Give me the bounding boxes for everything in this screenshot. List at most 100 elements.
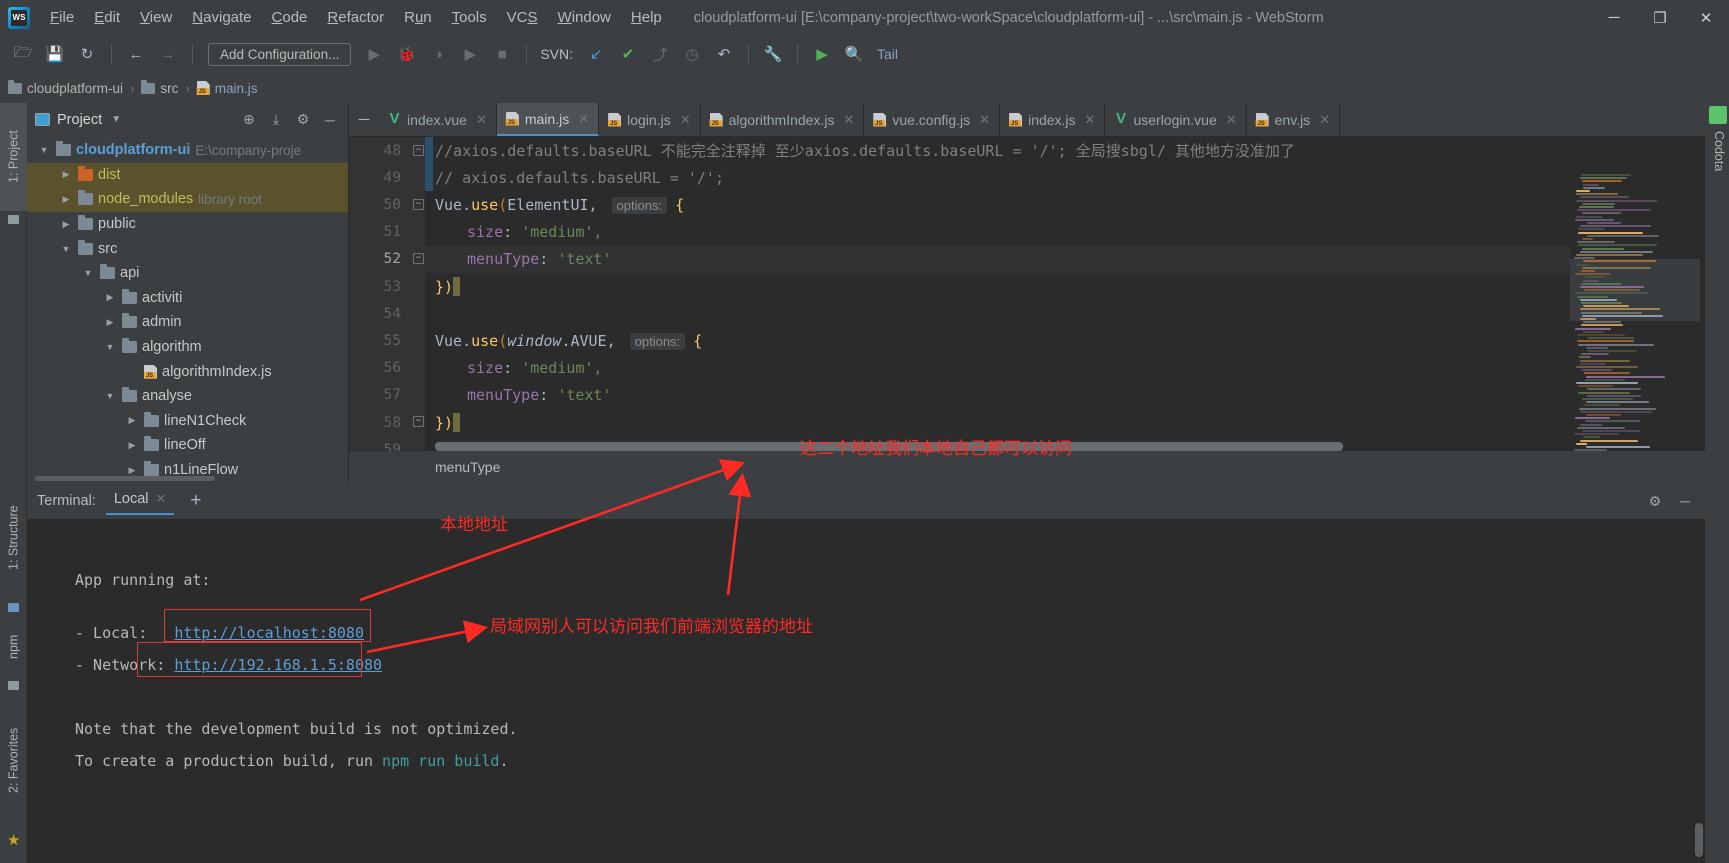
sidebar-item-project[interactable]: 1: Project [0, 103, 27, 211]
svn-commit-icon[interactable]: ✔ [613, 40, 643, 68]
fold-toggle-icon[interactable]: − [413, 199, 424, 211]
editor-tab-algorithmindex-js[interactable]: algorithmIndex.js ✕ [701, 103, 865, 136]
navigate-forward-icon[interactable]: → [153, 40, 183, 68]
collapse-all-icon[interactable]: ⤓ [266, 111, 286, 128]
code-minimap[interactable] [1570, 171, 1700, 483]
menu-tools[interactable]: Tools [442, 6, 497, 29]
tree-node-analyse[interactable]: analyse [27, 384, 348, 409]
gear-icon[interactable]: ⚙ [1645, 493, 1665, 510]
menu-window[interactable]: Window [548, 6, 621, 29]
editor-tab-vue-config-js[interactable]: vue.config.js ✕ [864, 103, 1001, 136]
console-icon[interactable]: ▶ [807, 40, 837, 68]
search-icon[interactable]: 🔍 [839, 40, 869, 68]
chevron-right-icon[interactable] [125, 415, 139, 426]
svn-update-icon[interactable]: ↙ [581, 40, 611, 68]
chevron-right-icon[interactable] [59, 219, 73, 230]
vcs-history-icon[interactable]: ◷ [677, 40, 707, 68]
fold-toggle-icon[interactable]: − [413, 416, 424, 427]
terminal-tab-local[interactable]: Local ✕ [105, 487, 175, 515]
tree-node-linen1check[interactable]: lineN1Check [27, 409, 348, 434]
editor-tab-env-js[interactable]: env.js ✕ [1247, 103, 1341, 136]
tree-node-algorithm[interactable]: algorithm [27, 335, 348, 360]
tail-label[interactable]: Tail [877, 46, 898, 62]
chevron-down-icon[interactable] [37, 145, 51, 155]
menu-code[interactable]: Code [262, 6, 318, 29]
hide-panel-icon[interactable]: ─ [320, 112, 340, 128]
chevron-right-icon[interactable] [59, 194, 73, 205]
chevron-down-icon[interactable] [59, 244, 73, 254]
menu-vcs[interactable]: VCS [497, 6, 548, 29]
project-horizontal-scrollbar[interactable] [35, 476, 215, 481]
sidebar-item-codota[interactable]: Codota [1712, 131, 1726, 171]
gear-icon[interactable]: ⚙ [293, 111, 313, 128]
editor-tab-index-js[interactable]: index.js ✕ [1000, 103, 1106, 136]
close-icon[interactable]: ✕ [843, 112, 854, 128]
tree-node-lineoff[interactable]: lineOff [27, 433, 348, 458]
menu-navigate[interactable]: Navigate [182, 6, 261, 29]
chevron-down-icon[interactable] [81, 268, 95, 278]
breadcrumb-item-src[interactable]: src [141, 79, 178, 96]
tree-node-dist[interactable]: dist [27, 162, 348, 188]
tree-node-cloudplatform-ui[interactable]: cloudplatform-uiE:\company-proje [27, 138, 348, 163]
navigate-back-icon[interactable]: ← [121, 40, 151, 68]
editor-tab-login-js[interactable]: login.js ✕ [599, 103, 701, 136]
add-configuration-button[interactable]: Add Configuration... [208, 42, 352, 66]
chevron-down-icon[interactable] [103, 391, 117, 401]
open-project-icon[interactable]: 🗁 [8, 40, 38, 68]
codota-icon[interactable] [1709, 106, 1727, 124]
chevron-right-icon[interactable] [103, 292, 117, 303]
maximize-button[interactable]: ❐ [1637, 0, 1683, 35]
save-all-icon[interactable]: 💾 [40, 40, 70, 68]
svn-push-icon[interactable]: ⤴ [645, 40, 675, 68]
chevron-right-icon[interactable] [59, 169, 73, 180]
sync-icon[interactable]: ↻ [72, 40, 102, 68]
rollback-icon[interactable]: ↶ [709, 40, 739, 68]
menu-run[interactable]: Run [394, 6, 442, 29]
stop-icon[interactable]: ■ [487, 40, 517, 68]
sidebar-item-structure[interactable]: 1: Structure [0, 478, 27, 598]
close-icon[interactable]: ✕ [578, 111, 589, 127]
tree-node-admin[interactable]: admin [27, 310, 348, 335]
chevron-down-icon[interactable]: ▼ [109, 114, 123, 125]
menu-edit[interactable]: Edit [84, 6, 130, 29]
locate-file-icon[interactable]: ⊕ [239, 111, 259, 128]
tree-node-activiti[interactable]: activiti [27, 286, 348, 311]
run-icon[interactable]: ▶ [359, 40, 389, 68]
code-editor[interactable]: 48 − //axios.defaults.baseURL 不能完全注释掉 至少… [349, 137, 1714, 483]
close-icon[interactable]: ✕ [979, 112, 990, 128]
chevron-down-icon[interactable] [103, 342, 117, 352]
hide-panel-icon[interactable]: ─ [1675, 493, 1695, 509]
hide-tabs-icon[interactable]: ─ [349, 103, 379, 136]
close-icon[interactable]: ✕ [156, 491, 167, 507]
terminal-output[interactable]: App running at: - Local: http://localhos… [27, 519, 1705, 863]
chevron-right-icon[interactable] [125, 440, 139, 451]
tree-node-src[interactable]: src [27, 236, 348, 261]
tree-node-api[interactable]: api [27, 261, 348, 286]
project-file-tree[interactable]: cloudplatform-uiE:\company-proje dist node… [27, 136, 348, 482]
editor-tab-index-vue[interactable]: Vindex.vue ✕ [379, 103, 497, 136]
breadcrumb-item-project[interactable]: cloudplatform-ui [8, 79, 123, 96]
chevron-right-icon[interactable] [125, 465, 139, 476]
menu-help[interactable]: Help [621, 6, 672, 29]
coverage-icon[interactable]: ◑ [423, 40, 453, 68]
settings-wrench-icon[interactable]: 🔧 [758, 40, 788, 68]
breadcrumb-item-file[interactable]: main.js [196, 81, 258, 96]
close-icon[interactable]: ✕ [680, 112, 691, 128]
menu-view[interactable]: View [130, 6, 182, 29]
run-alt-icon[interactable]: ▶ [455, 40, 485, 68]
editor-tab-userlogin-vue[interactable]: Vuserlogin.vue ✕ [1105, 103, 1247, 136]
chevron-right-icon[interactable] [103, 317, 117, 328]
close-icon[interactable]: ✕ [476, 112, 487, 128]
sidebar-item-favorites[interactable]: 2: Favorites [0, 695, 27, 825]
fold-toggle-icon[interactable]: − [413, 145, 424, 156]
sidebar-item-npm[interactable]: npm [0, 618, 27, 676]
tree-node-public[interactable]: public [27, 212, 348, 237]
tree-node-node-modules[interactable]: node_moduleslibrary root [27, 187, 348, 212]
editor-tab-main-js[interactable]: main.js ✕ [496, 103, 600, 136]
new-terminal-icon[interactable]: + [184, 490, 207, 512]
close-button[interactable]: ✕ [1683, 0, 1729, 35]
terminal-scrollbar[interactable] [1695, 823, 1703, 857]
close-icon[interactable]: ✕ [1085, 112, 1096, 128]
close-icon[interactable]: ✕ [1226, 112, 1237, 128]
fold-toggle-icon[interactable]: − [413, 253, 424, 265]
